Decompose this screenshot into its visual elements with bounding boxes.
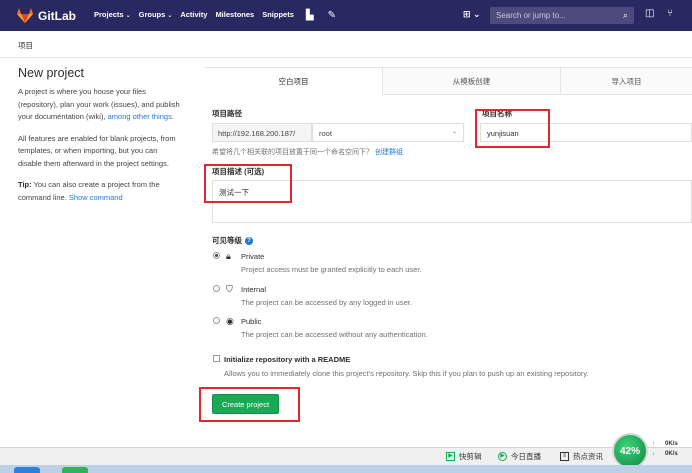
tab-import-project[interactable]: 导入项目 [561,68,692,95]
visibility-label: 可见等级? [212,235,253,246]
status-item-live[interactable]: ▶ 今日直播 [498,451,541,462]
show-command-link[interactable]: Show command [69,193,123,202]
chart-icon[interactable]: ▙ [306,10,314,21]
play-icon: ▶ [446,452,455,461]
browser-status-bar: ▶ 快剪辑 ▶ 今日直播 ≡ 热点资讯 [0,447,692,465]
wrench-icon[interactable]: ✎ [328,10,336,21]
readme-checkbox[interactable] [213,355,220,362]
status-item-kuaijianji[interactable]: ▶ 快剪辑 [446,451,482,462]
among-other-things-link[interactable]: among other things. [108,112,174,121]
breadcrumb-bar: 项目 [0,31,692,58]
news-icon: ≡ [560,452,569,461]
nav-projects[interactable]: Projects ⌄ [94,10,131,21]
highlight-project-name [475,109,550,148]
intro-text: A project is where you house your files … [18,87,180,121]
project-tabs: 空白项目 从模板创建 导入项目 [205,67,692,95]
memory-gauge[interactable]: 42% [612,433,648,469]
chevron-down-icon: ⌄ [125,13,131,19]
radio-internal[interactable] [213,285,220,292]
radio-private[interactable] [213,252,220,259]
project-path-label: 项目路径 [212,109,242,118]
taskbar-app[interactable] [62,467,88,473]
breadcrumb[interactable]: 项目 [18,40,33,51]
nav-groups[interactable]: Groups ⌄ [139,10,173,21]
top-navbar: GitLab Projects ⌄ Groups ⌄ Activity Milest… [0,0,692,31]
plus-dropdown-icon[interactable]: ⊞ ⌄ [463,9,481,20]
page-title: New project [18,66,84,80]
nav-milestones[interactable]: Milestones [215,10,254,21]
chevron-down-icon: ⌄ [167,13,173,19]
highlight-description [204,164,292,203]
shield-icon: ⛉ [226,284,233,294]
sidebar-info: New project A project is where you house… [18,66,181,213]
status-item-news[interactable]: ≡ 热点资讯 [560,451,603,462]
namespace-select[interactable]: root ⌄ [312,123,464,142]
taskbar-app[interactable] [14,467,40,473]
radio-public[interactable] [213,317,220,324]
nav-snippets[interactable]: Snippets [262,10,294,21]
url-prefix: http://192.168.200.187/ [212,123,312,142]
merge-request-icon[interactable]: ⑂ [667,8,673,19]
upload-arrow-icon: ↑ [652,441,655,447]
globe-icon: ◉ [226,316,234,326]
search-icon: ⌕ [622,10,628,20]
panel-icon[interactable]: ◫ [645,8,654,19]
namespace-hint: 希望将几个相关联的项目放置于同一个命名空间下？ 创建群组 [212,149,403,156]
help-icon[interactable]: ? [245,237,253,246]
chevron-down-icon: ⌄ [451,129,457,135]
os-taskbar [0,465,692,473]
tab-from-template[interactable]: 从模板创建 [383,68,561,95]
search-input[interactable]: Search or jump to... ⌕ [490,7,634,24]
tab-blank-project[interactable]: 空白项目 [205,68,383,95]
tanuki-icon [17,8,33,23]
lock-icon: 🔒︎ [226,251,231,261]
tip-text: Tip: You can also create a project from … [18,180,160,202]
create-group-link[interactable]: 创建群组 [375,149,403,156]
features-text: All features are enabled for blank proje… [18,133,176,168]
network-speed: ↑ 0K/s ↓ 0K/s [652,441,678,457]
brand-name: GitLab [38,8,76,23]
download-arrow-icon: ↓ [652,451,655,457]
highlight-create-button [199,387,300,422]
play-circle-icon: ▶ [498,452,507,461]
nav-activity[interactable]: Activity [180,10,207,21]
gitlab-logo[interactable]: GitLab [17,8,76,23]
